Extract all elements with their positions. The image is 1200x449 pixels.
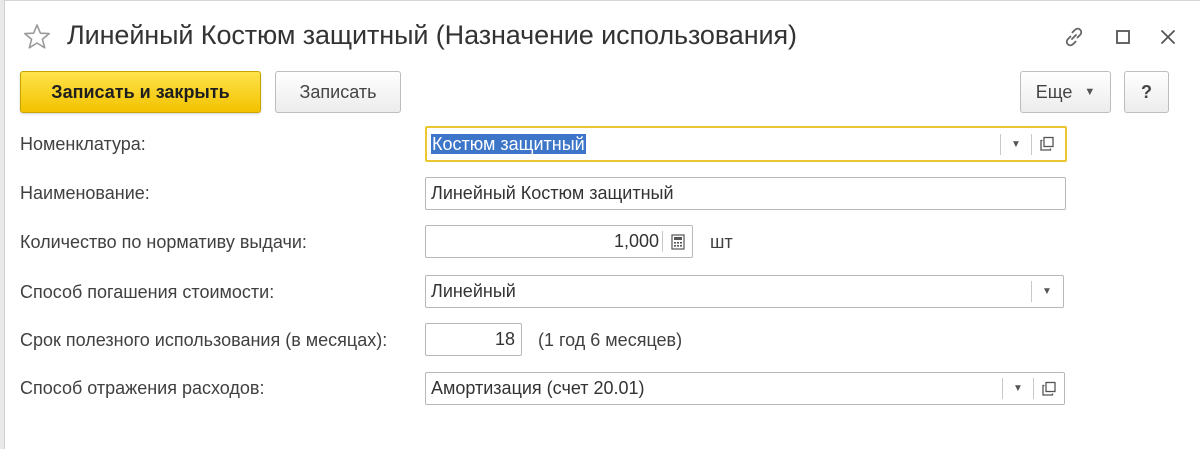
nomenclature-dropdown-button[interactable]: ▼: [1002, 128, 1030, 160]
calculator-icon: [671, 233, 685, 250]
expense-method-value: Амортизация (счет 20.01): [431, 378, 645, 398]
more-label: Еще: [1035, 81, 1073, 102]
chevron-down-icon: ▼: [1084, 86, 1096, 98]
more-button[interactable]: Еще ▼: [1020, 71, 1111, 113]
open-item-icon: [1042, 381, 1056, 396]
help-button[interactable]: ?: [1124, 71, 1169, 113]
nomenclature-label: Номенклатура:: [20, 134, 146, 154]
quantity-value: 1,000: [613, 231, 659, 251]
help-label: ?: [1141, 81, 1152, 102]
save-label: Записать: [299, 81, 377, 102]
calculator-button[interactable]: [664, 226, 692, 257]
useful-life-value: 18: [494, 329, 515, 349]
window-left-edge: [0, 0, 5, 449]
expense-method-dropdown-button[interactable]: ▼: [1004, 373, 1032, 404]
repayment-method-value: Линейный: [431, 281, 516, 301]
window-title: Линейный Костюм защитный (Назначение исп…: [67, 20, 797, 50]
expense-method-label: Способ отражения расходов:: [20, 378, 265, 398]
name-label: Наименование:: [20, 183, 150, 203]
maximize-icon[interactable]: [1110, 24, 1136, 50]
quantity-label: Количество по нормативу выдачи:: [20, 232, 307, 252]
quantity-field[interactable]: 1,000: [425, 225, 693, 258]
close-icon[interactable]: [1155, 24, 1181, 50]
save-and-close-button[interactable]: Записать и закрыть: [20, 71, 261, 113]
parent-window-fragment: [26, 0, 46, 5]
expense-method-open-button[interactable]: [1035, 373, 1063, 404]
save-button[interactable]: Записать: [275, 71, 401, 113]
useful-life-hint: (1 год 6 месяцев): [538, 330, 683, 350]
chevron-down-icon: ▼: [1011, 138, 1021, 150]
name-field[interactable]: Линейный Костюм защитный: [425, 177, 1066, 210]
open-item-icon: [1040, 136, 1054, 151]
name-value: Линейный Костюм защитный: [431, 183, 674, 203]
useful-life-field[interactable]: 18: [425, 323, 522, 356]
link-icon[interactable]: [1061, 24, 1087, 50]
repayment-method-dropdown-button[interactable]: ▼: [1033, 276, 1061, 307]
nomenclature-field[interactable]: Костюм защитный ▼: [425, 126, 1067, 162]
nomenclature-open-button[interactable]: [1033, 128, 1061, 160]
quantity-unit: шт: [710, 232, 733, 252]
useful-life-label: Срок полезного использования (в месяцах)…: [20, 330, 388, 350]
window-top-border: [0, 0, 1200, 1]
save-and-close-label: Записать и закрыть: [51, 81, 230, 102]
repayment-method-label: Способ погашения стоимости:: [20, 282, 275, 302]
expense-method-field[interactable]: Амортизация (счет 20.01) ▼: [425, 372, 1065, 405]
chevron-down-icon: ▼: [1042, 286, 1052, 297]
chevron-down-icon: ▼: [1013, 383, 1023, 394]
repayment-method-select[interactable]: Линейный ▼: [425, 275, 1064, 308]
nomenclature-value: Костюм защитный: [431, 134, 586, 154]
star-icon[interactable]: [22, 22, 52, 52]
